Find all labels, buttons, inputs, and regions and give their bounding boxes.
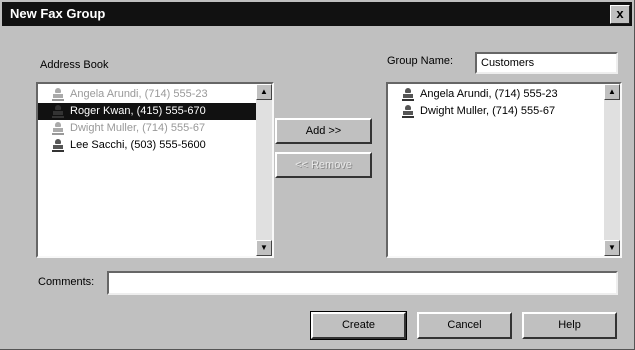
group-member-item[interactable]: Dwight Muller, (714) 555-67 xyxy=(388,103,606,120)
scroll-up-arrow-icon[interactable]: ▲ xyxy=(256,84,272,100)
address-book-item[interactable]: Dwight Muller, (714) 555-67 xyxy=(38,120,258,137)
address-book-label: Address Book xyxy=(40,59,109,71)
scroll-up-arrow-icon[interactable]: ▲ xyxy=(604,84,620,100)
contact-name: Lee Sacchi, (503) 555-5600 xyxy=(70,139,206,151)
person-icon xyxy=(402,105,414,118)
comments-label: Comments: xyxy=(38,276,95,288)
title-bar[interactable]: New Fax Group x xyxy=(2,2,632,26)
new-fax-group-dialog: New Fax Group x Address Book Angela Arun… xyxy=(0,0,635,350)
person-icon xyxy=(52,139,64,152)
address-book-item[interactable]: Angela Arundi, (714) 555-23 xyxy=(38,86,258,103)
group-name-input[interactable]: Customers xyxy=(475,52,618,74)
group-members-scrollbar[interactable]: ▲ ▼ xyxy=(604,84,620,256)
contact-name: Dwight Muller, (714) 555-67 xyxy=(420,105,556,117)
help-button[interactable]: Help xyxy=(522,312,617,339)
dialog-title: New Fax Group xyxy=(10,6,106,21)
close-button[interactable]: x xyxy=(610,5,630,24)
comments-input[interactable] xyxy=(107,271,618,295)
contact-name: Dwight Muller, (714) 555-67 xyxy=(70,122,206,134)
group-name-label: Group Name: xyxy=(387,55,454,67)
group-member-item[interactable]: Angela Arundi, (714) 555-23 xyxy=(388,86,606,103)
group-members-list[interactable]: Angela Arundi, (714) 555-23 Dwight Mulle… xyxy=(386,82,622,258)
scroll-down-arrow-icon[interactable]: ▼ xyxy=(256,240,272,256)
cancel-button[interactable]: Cancel xyxy=(417,312,512,339)
address-book-list[interactable]: Angela Arundi, (714) 555-23 Roger Kwan, … xyxy=(36,82,274,258)
address-book-scrollbar[interactable]: ▲ ▼ xyxy=(256,84,272,256)
contact-name: Angela Arundi, (714) 555-23 xyxy=(70,88,208,100)
contact-name: Roger Kwan, (415) 555-670 xyxy=(70,105,206,117)
address-book-item[interactable]: Roger Kwan, (415) 555-670 xyxy=(38,103,258,120)
person-icon xyxy=(52,122,64,135)
person-icon xyxy=(402,88,414,101)
address-book-item[interactable]: Lee Sacchi, (503) 555-5600 xyxy=(38,137,258,154)
contact-name: Angela Arundi, (714) 555-23 xyxy=(420,88,558,100)
scroll-down-arrow-icon[interactable]: ▼ xyxy=(604,240,620,256)
person-icon xyxy=(52,105,64,118)
create-button[interactable]: Create xyxy=(310,311,407,340)
add-button[interactable]: Add >> xyxy=(275,118,372,144)
remove-button[interactable]: << Remove xyxy=(275,152,372,178)
person-icon xyxy=(52,88,64,101)
